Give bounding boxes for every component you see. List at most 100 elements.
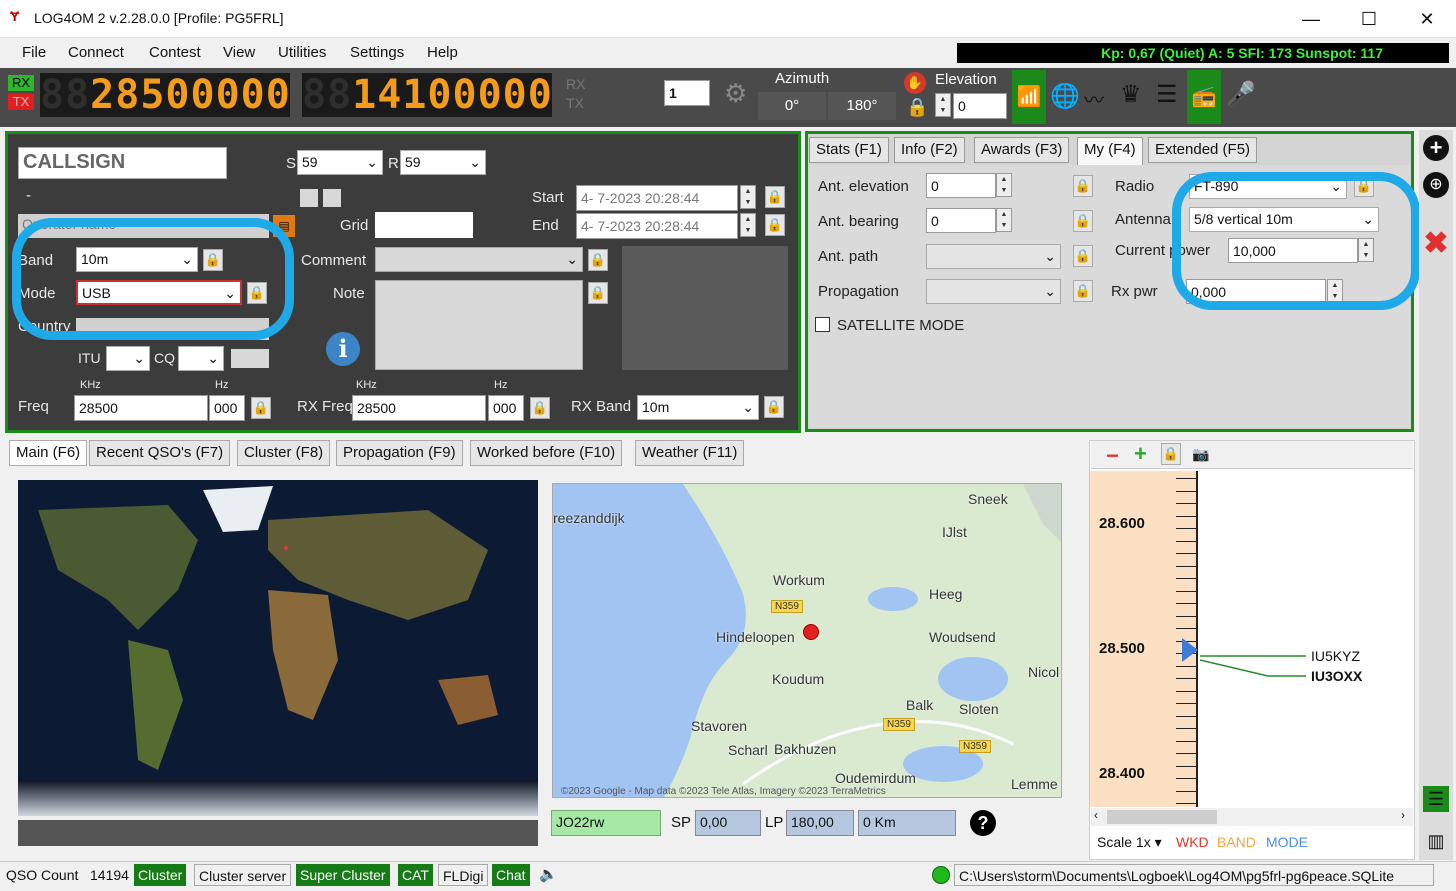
mode-filter[interactable]: MODE — [1266, 834, 1308, 850]
chat-status[interactable]: Chat — [492, 864, 530, 886]
freq-lock-icon[interactable]: 🔒 — [251, 397, 271, 419]
super-cluster-status[interactable]: Super Cluster — [296, 864, 390, 886]
ant-path-select[interactable]: ⌄ — [926, 244, 1061, 269]
rotator-lock-icon[interactable]: 🔒 — [906, 97, 928, 118]
radio-device-icon[interactable]: 📻 — [1187, 70, 1221, 124]
tx-frequency-display[interactable]: 8814100000 — [302, 73, 552, 117]
tab-info[interactable]: Info (F2) — [894, 137, 965, 163]
spot-iu5kyz[interactable]: IU5KYZ — [1311, 648, 1360, 664]
band-map-lock-icon[interactable]: 🔒 — [1161, 443, 1181, 465]
cluster-status[interactable]: Cluster — [134, 864, 187, 886]
comment-select[interactable]: ⌄ — [375, 247, 583, 272]
propagation-select[interactable]: ⌄ — [926, 279, 1061, 304]
end-spinner[interactable]: ▲ ▼ — [740, 213, 756, 237]
cat-connected-icon[interactable]: 📶 — [1012, 70, 1046, 124]
add-qso-icon[interactable]: + — [1423, 135, 1449, 161]
current-frequency-marker[interactable] — [1182, 638, 1198, 662]
comment-lock-icon[interactable]: 🔒 — [588, 249, 608, 271]
menu-contest[interactable]: Contest — [149, 44, 201, 61]
zoom-in-icon[interactable]: + — [1134, 441, 1147, 467]
clear-qso-icon[interactable]: ✖ — [1421, 229, 1451, 259]
ant-elevation-lock-icon[interactable]: 🔒 — [1073, 175, 1093, 197]
close-button[interactable]: ✕ — [1398, 0, 1456, 38]
azimuth-long-path[interactable]: 180° — [828, 92, 896, 120]
start-lock-icon[interactable]: 🔒 — [765, 186, 785, 208]
grid-input[interactable] — [375, 212, 473, 238]
scrollbar-thumb[interactable] — [1107, 810, 1217, 824]
start-spinner[interactable]: ▲ ▼ — [740, 185, 756, 209]
tab-extended[interactable]: Extended (F5) — [1148, 137, 1258, 163]
rx-band-select[interactable]: 10m ⌄ — [637, 395, 759, 420]
note-lock-icon[interactable]: 🔒 — [588, 282, 608, 304]
speaker-icon[interactable]: 🔈 — [535, 864, 562, 886]
band-filter[interactable]: BAND — [1217, 834, 1256, 850]
menu-connect[interactable]: Connect — [68, 44, 124, 61]
ant-elevation-spinner[interactable]: ▲ ▼ — [996, 173, 1012, 197]
antenna-icon[interactable]: 〰 — [1084, 84, 1104, 113]
rst-sent-select[interactable]: 59 ⌄ — [297, 150, 383, 175]
propagation-lock-icon[interactable]: 🔒 — [1073, 280, 1093, 302]
start-datetime[interactable]: 4- 7-2023 20:28:44 — [576, 185, 738, 211]
tab-propagation[interactable]: Propagation (F9) — [336, 440, 463, 466]
cq-select[interactable]: ⌄ — [178, 346, 224, 371]
note-textarea[interactable] — [375, 280, 583, 370]
zoom-out-icon[interactable]: − — [1106, 443, 1119, 469]
band-map-scrollbar[interactable]: ‹ › — [1091, 808, 1413, 826]
zone-field[interactable] — [231, 349, 269, 368]
tab-recent-qsos[interactable]: Recent QSO's (F7) — [89, 440, 231, 466]
fldigi-status[interactable]: FLDigi — [438, 864, 489, 886]
elevation-spinner[interactable]: ▲ ▼ — [935, 93, 951, 117]
help-icon[interactable]: ? — [970, 810, 996, 836]
stop-rotator-icon[interactable]: ✋ — [904, 72, 926, 94]
scroll-left-icon[interactable]: ‹ — [1094, 808, 1098, 822]
cluster-server-status[interactable]: Cluster server — [194, 864, 292, 886]
radio-number-select[interactable]: 1 — [664, 80, 710, 106]
rx-freq-khz-input[interactable]: 28500 — [352, 395, 486, 421]
statistics-icon[interactable]: ▥ — [1423, 828, 1449, 854]
tab-main[interactable]: Main (F6) — [9, 440, 88, 466]
rx-indicator[interactable]: RX — [8, 75, 34, 91]
locator-field[interactable]: JO22rw — [551, 810, 661, 836]
settings-gear-icon[interactable]: ⚙ — [724, 80, 752, 108]
rst-received-select[interactable]: 59 ⌄ — [400, 150, 486, 175]
tab-stats[interactable]: Stats (F1) — [809, 137, 889, 163]
globe-icon[interactable]: 🌐 — [1050, 82, 1080, 111]
ant-bearing-input[interactable]: 0 — [926, 208, 996, 233]
minimize-button[interactable]: — — [1282, 0, 1340, 38]
freq-hz-input[interactable]: 000 — [209, 395, 245, 421]
end-lock-icon[interactable]: 🔒 — [765, 214, 785, 236]
menu-help[interactable]: Help — [427, 44, 458, 61]
menu-file[interactable]: File — [22, 44, 46, 61]
elevation-input[interactable]: 0 — [953, 93, 1007, 119]
tab-weather[interactable]: Weather (F11) — [635, 440, 745, 466]
scale-select[interactable]: Scale 1x ▾ — [1097, 834, 1162, 851]
maximize-button[interactable]: ☐ — [1340, 0, 1398, 38]
spot-iu3oxx[interactable]: IU3OXX — [1311, 668, 1362, 684]
tab-worked-before[interactable]: Worked before (F10) — [470, 440, 623, 466]
flag-box-1[interactable] — [300, 189, 318, 207]
server-icon[interactable]: ☰ — [1156, 80, 1178, 109]
ant-path-lock-icon[interactable]: 🔒 — [1073, 245, 1093, 267]
microphone-icon[interactable]: 🎤 — [1226, 80, 1256, 109]
freq-khz-input[interactable]: 28500 — [74, 395, 208, 421]
world-icon[interactable]: ⊕ — [1423, 172, 1449, 198]
flag-box-2[interactable] — [323, 189, 341, 207]
rx-band-lock-icon[interactable]: 🔒 — [764, 396, 784, 418]
azimuth-short-path[interactable]: 0° — [758, 92, 826, 120]
menu-utilities[interactable]: Utilities — [278, 44, 326, 61]
cat-status[interactable]: CAT — [398, 864, 433, 886]
callsign-input[interactable]: CALLSIGN — [18, 147, 227, 179]
ant-elevation-input[interactable]: 0 — [926, 173, 996, 198]
tab-my[interactable]: My (F4) — [1077, 137, 1143, 165]
rx-frequency-display[interactable]: 8828500000 — [40, 73, 290, 117]
ant-bearing-lock-icon[interactable]: 🔒 — [1073, 210, 1093, 232]
end-datetime[interactable]: 4- 7-2023 20:28:44 — [576, 213, 738, 239]
menu-settings[interactable]: Settings — [350, 44, 404, 61]
wkd-filter[interactable]: WKD — [1176, 834, 1209, 850]
rx-freq-lock-icon[interactable]: 🔒 — [530, 397, 550, 419]
database-icon[interactable]: ☰ — [1423, 786, 1449, 812]
snapshot-icon[interactable]: 📷 — [1192, 446, 1209, 463]
satellite-mode-checkbox[interactable] — [815, 317, 830, 332]
ant-bearing-spinner[interactable]: ▲ ▼ — [996, 208, 1012, 232]
tab-cluster[interactable]: Cluster (F8) — [237, 440, 331, 466]
